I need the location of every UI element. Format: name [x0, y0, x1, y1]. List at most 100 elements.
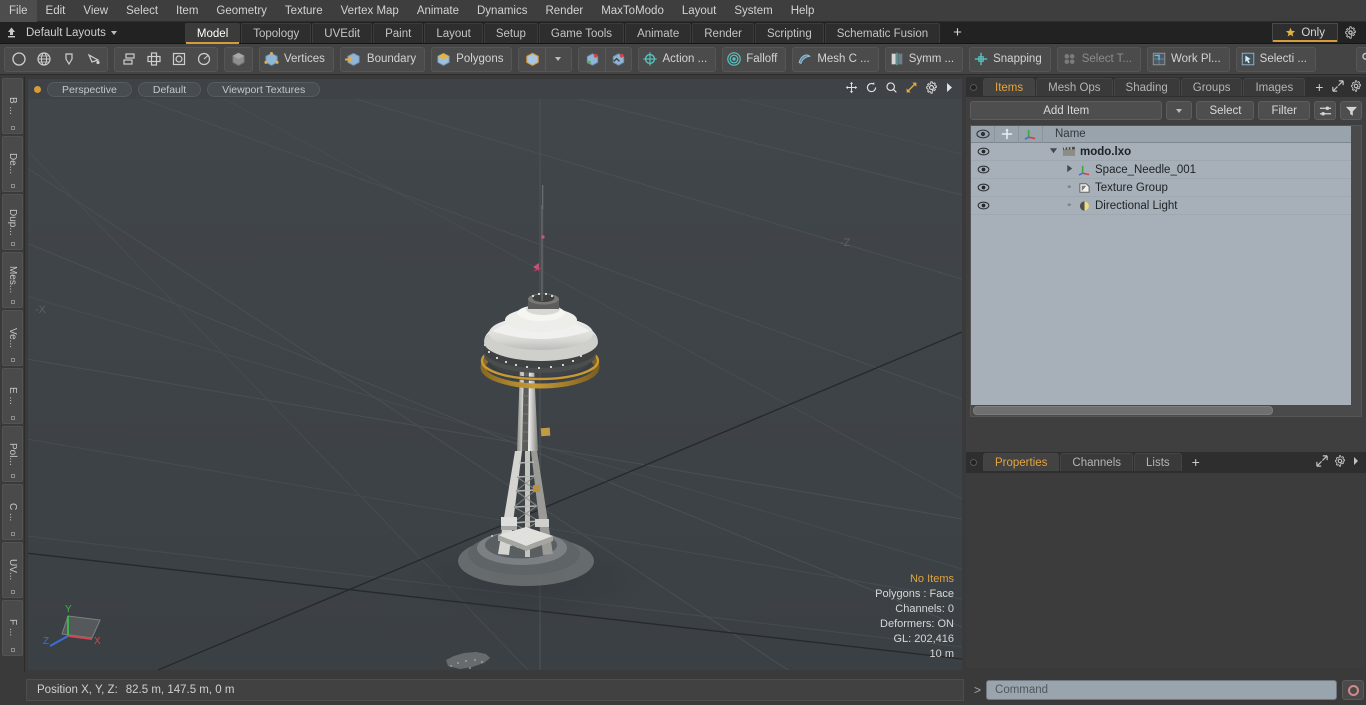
- falloff-button[interactable]: Falloff: [722, 46, 787, 72]
- layout-tab-topology[interactable]: Topology: [241, 22, 312, 43]
- selection-mode-boundary[interactable]: Boundary: [339, 46, 426, 72]
- funnel-icon[interactable]: [1340, 101, 1362, 120]
- viewport-projection-selector[interactable]: Perspective: [47, 81, 132, 97]
- home-arrow-icon[interactable]: [0, 22, 22, 44]
- cube-snap-b-icon[interactable]: [605, 47, 630, 71]
- layout-tab-schematic-fusion[interactable]: Schematic Fusion: [824, 22, 941, 43]
- table-row[interactable]: Texture Group: [971, 179, 1361, 197]
- selection-mode-polygons[interactable]: Polygons: [431, 46, 513, 72]
- layout-tab-model[interactable]: Model: [184, 22, 241, 44]
- pen-icon[interactable]: [56, 48, 81, 71]
- selection-mode-vertices[interactable]: Vertices: [259, 46, 334, 72]
- cell-lock[interactable]: [995, 179, 1019, 197]
- menu-item-view[interactable]: View: [74, 0, 117, 22]
- layout-tab-layout[interactable]: Layout: [424, 22, 483, 43]
- fit-icon[interactable]: [166, 48, 191, 71]
- panel-tab-items[interactable]: Items: [983, 78, 1036, 96]
- globe-icon[interactable]: [31, 48, 56, 71]
- menu-item-layout[interactable]: Layout: [673, 0, 726, 22]
- resize-dot[interactable]: [10, 532, 15, 536]
- left-tab-2[interactable]: Dup...: [2, 194, 23, 250]
- left-tab-1[interactable]: De...: [2, 136, 23, 192]
- viewport-3d[interactable]: -X -Z No Items Polygons : Face Channels:…: [28, 99, 962, 670]
- cell-lock[interactable]: [995, 197, 1019, 215]
- resize-dot[interactable]: [10, 590, 15, 594]
- table-row[interactable]: Directional Light: [971, 197, 1361, 215]
- panel-tab-groups[interactable]: Groups: [1180, 78, 1243, 96]
- gear-icon[interactable]: [1350, 79, 1362, 95]
- mesh-constraint-button[interactable]: Mesh C ...: [792, 46, 879, 72]
- resize-dot[interactable]: [10, 184, 15, 188]
- select-button[interactable]: Select: [1196, 101, 1255, 120]
- resize-dot[interactable]: [10, 242, 15, 246]
- left-tab-9[interactable]: F ...: [2, 600, 23, 656]
- cell-axis[interactable]: [1019, 179, 1043, 197]
- cell-axis[interactable]: [1019, 143, 1043, 161]
- viewport-texture-selector[interactable]: Viewport Textures: [207, 81, 321, 97]
- resize-dot[interactable]: [10, 416, 15, 420]
- eye-icon[interactable]: [971, 165, 995, 174]
- add-item-button[interactable]: Add Item: [970, 101, 1163, 120]
- panel-tab-shading[interactable]: Shading: [1113, 78, 1180, 96]
- menu-item-dynamics[interactable]: Dynamics: [468, 0, 536, 22]
- left-tab-4[interactable]: Ve...: [2, 310, 23, 366]
- center-icon[interactable]: [141, 48, 166, 71]
- layout-tab-game-tools[interactable]: Game Tools: [538, 22, 625, 43]
- stack-icon[interactable]: [116, 48, 141, 71]
- cut-icon[interactable]: [81, 48, 106, 71]
- resize-dot[interactable]: [10, 648, 15, 652]
- layout-tab-uvedit[interactable]: UVEdit: [312, 22, 373, 43]
- resize-dot[interactable]: [10, 126, 15, 130]
- cube-orange-icon[interactable]: [520, 48, 545, 71]
- panel-tab-images[interactable]: Images: [1243, 78, 1306, 96]
- menu-item-render[interactable]: Render: [536, 0, 592, 22]
- layout-preset-dropdown[interactable]: Default Layouts: [22, 22, 125, 44]
- gear-icon[interactable]: [925, 81, 938, 97]
- left-tab-8[interactable]: UV...: [2, 542, 23, 598]
- only-toggle-button[interactable]: Only: [1272, 23, 1338, 42]
- menu-item-texture[interactable]: Texture: [276, 0, 332, 22]
- panel-menu-dot[interactable]: [970, 458, 977, 466]
- gear-icon[interactable]: [1334, 454, 1346, 470]
- menu-item-geometry[interactable]: Geometry: [207, 0, 276, 22]
- eye-icon[interactable]: [971, 183, 995, 192]
- table-row[interactable]: modo.lxo: [971, 143, 1361, 161]
- expand-arrow-icon[interactable]: [1065, 164, 1074, 176]
- left-tab-3[interactable]: Mes...: [2, 252, 23, 308]
- chevron-down-icon[interactable]: [545, 47, 570, 71]
- add-panel-tab-button[interactable]: +: [1306, 78, 1332, 96]
- left-tab-6[interactable]: Pol...: [2, 426, 23, 482]
- viewport-menu-dot[interactable]: [34, 85, 41, 93]
- item-tree[interactable]: Name modo.lxo Space_Needle_001 Texture Gro…: [970, 125, 1362, 417]
- menu-item-item[interactable]: Item: [167, 0, 207, 22]
- select-through-button[interactable]: Select T...: [1056, 46, 1142, 72]
- expand-icon[interactable]: [1332, 79, 1345, 95]
- resize-dot[interactable]: [10, 300, 15, 304]
- rotate-icon[interactable]: [865, 81, 878, 97]
- kits-button[interactable]: Kits: [1355, 46, 1366, 72]
- command-input[interactable]: Command: [986, 680, 1337, 700]
- symmetry-button[interactable]: Symm ...: [884, 46, 964, 72]
- fit-icon[interactable]: [905, 81, 918, 97]
- layout-tab-render[interactable]: Render: [692, 22, 754, 43]
- panel-tab-channels[interactable]: Channels: [1060, 453, 1134, 471]
- eye-icon[interactable]: [971, 147, 995, 156]
- item-tree-horizontal-scrollbar[interactable]: [971, 405, 1361, 416]
- cell-lock[interactable]: [995, 143, 1019, 161]
- circle-icon[interactable]: [6, 48, 31, 71]
- chevron-right-icon[interactable]: [945, 82, 954, 96]
- selection-set-button[interactable]: Selecti ...: [1235, 46, 1316, 72]
- menu-item-animate[interactable]: Animate: [408, 0, 468, 22]
- layout-tab-paint[interactable]: Paint: [373, 22, 424, 43]
- menu-item-help[interactable]: Help: [782, 0, 824, 22]
- menu-item-select[interactable]: Select: [117, 0, 167, 22]
- zoom-icon[interactable]: [885, 81, 898, 97]
- resize-dot[interactable]: [10, 474, 15, 478]
- table-row[interactable]: Space_Needle_001: [971, 161, 1361, 179]
- gear-icon[interactable]: [1338, 22, 1362, 44]
- panel-tab-properties[interactable]: Properties: [983, 453, 1060, 471]
- left-tab-7[interactable]: C ...: [2, 484, 23, 540]
- list-options-icon[interactable]: [1314, 101, 1336, 120]
- menu-item-system[interactable]: System: [725, 0, 781, 22]
- panel-tab-mesh-ops[interactable]: Mesh Ops: [1036, 78, 1113, 96]
